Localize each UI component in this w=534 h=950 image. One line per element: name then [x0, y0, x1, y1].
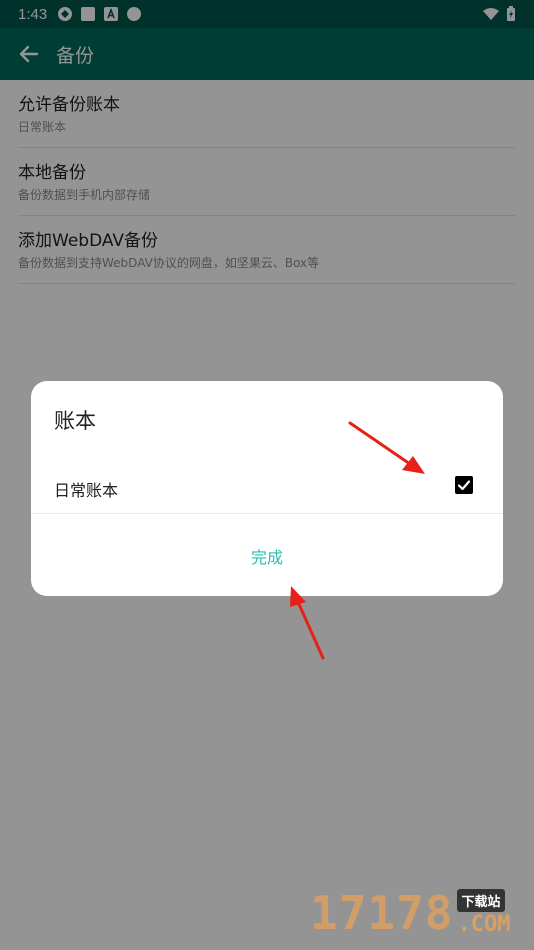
check-icon — [457, 480, 471, 491]
ledger-option-row[interactable]: 日常账本 — [31, 465, 503, 514]
watermark-number: 17178 — [310, 886, 454, 940]
ledger-checkbox[interactable] — [455, 476, 473, 494]
dialog-title: 账本 — [54, 409, 96, 433]
site-watermark: 17178 下载站 .COM — [310, 888, 510, 938]
watermark-suffix: .COM — [457, 912, 511, 937]
ledger-option-label: 日常账本 — [54, 481, 119, 500]
done-button[interactable]: 完成 — [31, 515, 503, 596]
ledger-dialog: 账本 日常账本 完成 — [31, 381, 503, 596]
watermark-side: 下载站 .COM — [457, 889, 510, 938]
watermark-tag: 下载站 — [457, 889, 505, 912]
